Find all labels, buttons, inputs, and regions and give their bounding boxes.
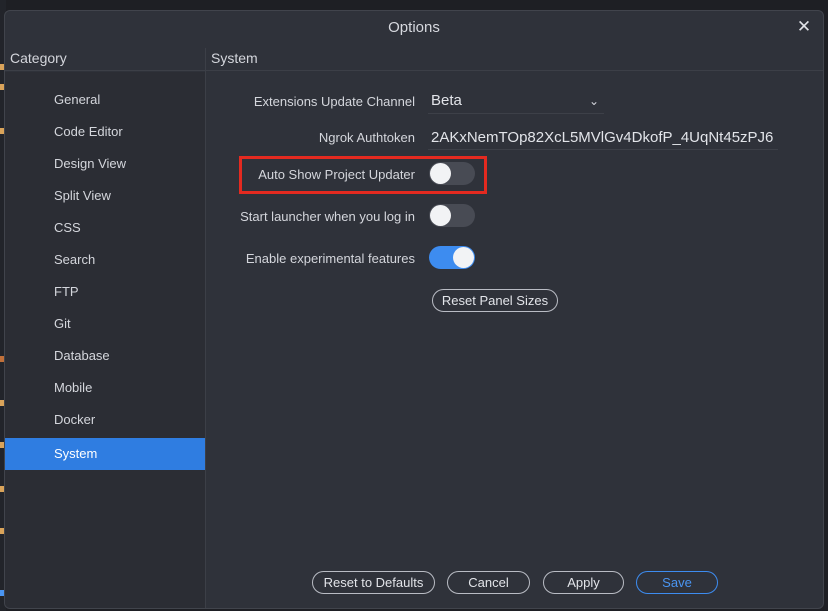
sidebar-item-label: FTP xyxy=(54,284,79,299)
sidebar-item-label: System xyxy=(54,446,98,461)
sidebar-item-docker[interactable]: Docker xyxy=(5,404,205,436)
column-headers: Category System xyxy=(5,48,823,70)
start-launcher-label: Start launcher when you log in xyxy=(240,209,415,224)
sidebar-item-split-view[interactable]: Split View xyxy=(5,180,205,212)
auto-show-updater-toggle[interactable] xyxy=(429,162,475,185)
reset-to-defaults-button[interactable]: Reset to Defaults xyxy=(312,571,435,594)
toggle-knob xyxy=(453,247,474,268)
sidebar-item-mobile[interactable]: Mobile xyxy=(5,372,205,404)
sidebar-item-label: Design View xyxy=(54,156,127,171)
close-icon[interactable]: ✕ xyxy=(795,17,813,37)
sidebar-item-system[interactable]: System xyxy=(5,438,205,470)
sidebar-item-label: Search xyxy=(54,252,96,267)
toggle-knob xyxy=(430,205,451,226)
sidebar-item-general[interactable]: General xyxy=(5,84,205,116)
sidebar-item-css[interactable]: CSS xyxy=(5,212,205,244)
update-channel-label: Extensions Update Channel xyxy=(253,94,415,109)
apply-button[interactable]: Apply xyxy=(543,571,624,594)
experimental-features-label: Enable experimental features xyxy=(245,251,415,266)
toggle-knob xyxy=(430,163,451,184)
chevron-down-icon: ⌄ xyxy=(588,94,599,108)
ngrok-authtoken-label: Ngrok Authtoken xyxy=(318,130,415,145)
category-sidebar: General Code Editor Design View Split Vi… xyxy=(5,72,205,608)
section-header: System xyxy=(211,50,258,66)
sidebar-item-search[interactable]: Search xyxy=(5,244,205,276)
sidebar-item-code-editor[interactable]: Code Editor xyxy=(5,116,205,148)
sidebar-item-label: Split View xyxy=(54,188,111,203)
sidebar-item-label: Code Editor xyxy=(54,124,123,139)
sidebar-item-label: Git xyxy=(54,316,71,331)
ngrok-authtoken-input[interactable] xyxy=(428,125,778,150)
cancel-button[interactable]: Cancel xyxy=(447,571,530,594)
update-channel-select[interactable]: Beta ⌄ xyxy=(428,90,604,114)
start-launcher-toggle[interactable] xyxy=(429,204,475,227)
sidebar-item-design-view[interactable]: Design View xyxy=(5,148,205,180)
sidebar-item-git[interactable]: Git xyxy=(5,308,205,340)
save-button[interactable]: Save xyxy=(636,571,718,594)
sidebar-item-database[interactable]: Database xyxy=(5,340,205,372)
header-divider xyxy=(5,70,823,71)
category-header: Category xyxy=(10,50,67,66)
sidebar-divider xyxy=(205,48,206,608)
options-dialog: Options ✕ Category System General Code E… xyxy=(4,10,824,609)
auto-show-updater-label: Auto Show Project Updater xyxy=(258,167,415,182)
experimental-features-toggle[interactable] xyxy=(429,246,475,269)
sidebar-item-label: General xyxy=(54,92,101,107)
sidebar-item-label: CSS xyxy=(54,220,81,235)
dialog-titlebar: Options xyxy=(5,11,823,44)
update-channel-value: Beta xyxy=(431,92,462,109)
sidebar-item-ftp[interactable]: FTP xyxy=(5,276,205,308)
sidebar-item-label: Docker xyxy=(54,412,96,427)
reset-panel-sizes-button[interactable]: Reset Panel Sizes xyxy=(432,289,558,312)
dialog-title: Options xyxy=(388,19,440,36)
sidebar-item-label: Mobile xyxy=(54,380,93,395)
sidebar-item-label: Database xyxy=(54,348,110,363)
